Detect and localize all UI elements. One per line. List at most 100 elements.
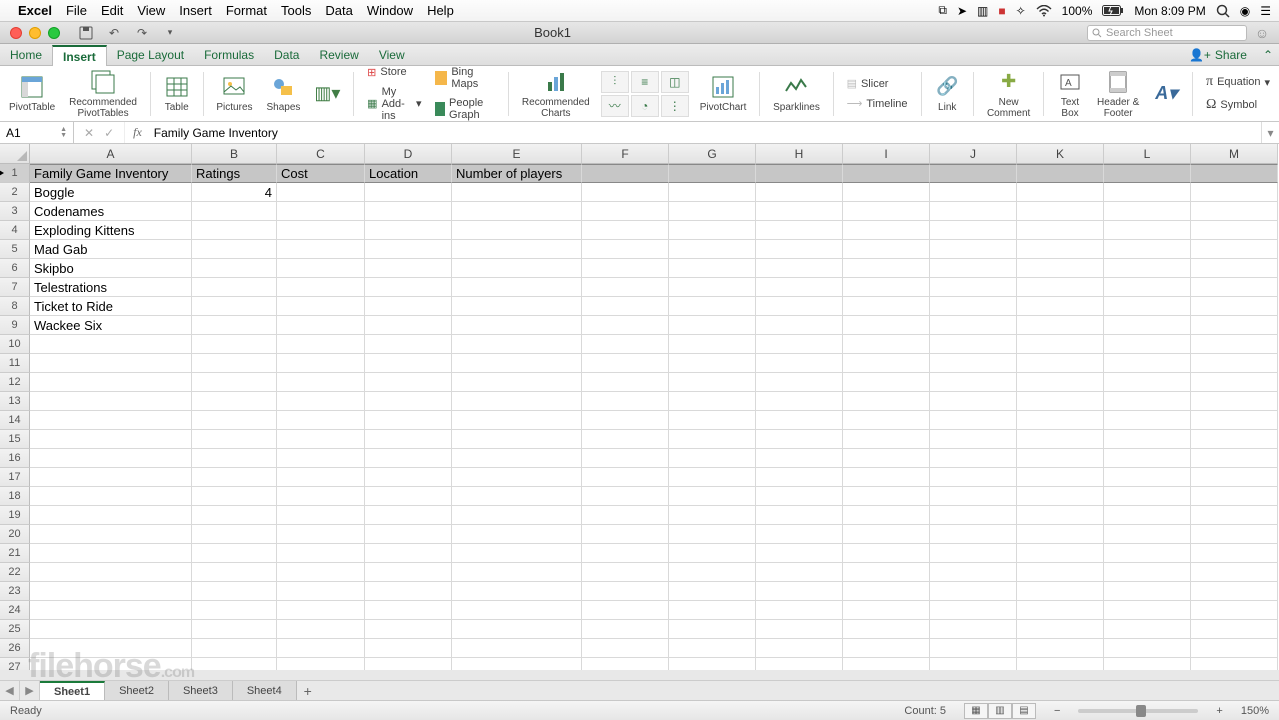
column-header[interactable]: G [669, 144, 756, 164]
row-header[interactable]: 16 [0, 449, 30, 468]
cell[interactable] [1017, 468, 1104, 487]
cell[interactable] [756, 183, 843, 202]
cell[interactable] [669, 525, 756, 544]
row-header[interactable]: 9 [0, 316, 30, 335]
cell[interactable] [582, 620, 669, 639]
cell[interactable] [1104, 297, 1191, 316]
cell[interactable] [669, 259, 756, 278]
cell[interactable] [930, 183, 1017, 202]
row-header[interactable]: 15 [0, 430, 30, 449]
pictures-button[interactable]: Pictures [213, 74, 255, 113]
cell[interactable] [930, 620, 1017, 639]
cell[interactable] [756, 354, 843, 373]
cell[interactable] [1017, 487, 1104, 506]
cell[interactable] [452, 240, 582, 259]
row-header[interactable]: 20 [0, 525, 30, 544]
cell[interactable] [1017, 525, 1104, 544]
cell[interactable] [452, 582, 582, 601]
cell[interactable] [756, 601, 843, 620]
column-header[interactable]: H [756, 144, 843, 164]
cell[interactable] [192, 259, 277, 278]
expand-formula-bar-icon[interactable]: ▾ [1261, 122, 1279, 143]
cell[interactable] [930, 240, 1017, 259]
cell[interactable] [1191, 468, 1278, 487]
cell[interactable] [756, 658, 843, 670]
cell[interactable] [277, 468, 365, 487]
cell[interactable] [192, 563, 277, 582]
cell[interactable] [192, 620, 277, 639]
column-header[interactable]: J [930, 144, 1017, 164]
cell[interactable] [582, 259, 669, 278]
cell[interactable] [582, 487, 669, 506]
cell[interactable] [1104, 544, 1191, 563]
cell[interactable] [452, 278, 582, 297]
cell[interactable] [192, 392, 277, 411]
cell[interactable] [452, 506, 582, 525]
cell[interactable] [1104, 240, 1191, 259]
menulet-red-icon[interactable]: ■ [998, 4, 1005, 18]
pivottable-button[interactable]: PivotTable [6, 74, 58, 113]
cell[interactable] [669, 202, 756, 221]
recommended-pivottables-button[interactable]: Recommended PivotTables [66, 69, 140, 119]
row-header[interactable]: 27 [0, 658, 30, 670]
row-header[interactable]: 2 [0, 183, 30, 202]
cell[interactable] [930, 430, 1017, 449]
cell[interactable] [365, 639, 452, 658]
tab-insert[interactable]: Insert [52, 45, 107, 66]
menu-data[interactable]: Data [325, 3, 352, 18]
cell[interactable] [1191, 582, 1278, 601]
cell[interactable] [1104, 563, 1191, 582]
cell[interactable] [669, 164, 756, 183]
cell[interactable] [1104, 411, 1191, 430]
scatter-chart-icon[interactable]: ⋮ [661, 95, 689, 117]
cell[interactable] [582, 335, 669, 354]
tab-view[interactable]: View [369, 44, 415, 65]
cell[interactable] [582, 354, 669, 373]
cell[interactable] [1191, 658, 1278, 670]
slicer-button[interactable]: ▤Slicer [844, 75, 911, 92]
cell[interactable] [756, 221, 843, 240]
pie-chart-icon[interactable]: ◔ [631, 95, 659, 117]
cell[interactable] [669, 658, 756, 670]
cell[interactable] [1191, 373, 1278, 392]
cell[interactable] [1017, 449, 1104, 468]
cell[interactable] [843, 449, 930, 468]
cell[interactable] [277, 449, 365, 468]
cell[interactable] [277, 221, 365, 240]
cell[interactable] [843, 183, 930, 202]
cell[interactable] [843, 487, 930, 506]
cell[interactable] [756, 525, 843, 544]
cell[interactable] [30, 468, 192, 487]
cell[interactable] [452, 430, 582, 449]
new-comment-button[interactable]: ✚New Comment [984, 69, 1033, 119]
cell[interactable] [1191, 183, 1278, 202]
cell[interactable] [843, 601, 930, 620]
cell[interactable] [669, 639, 756, 658]
spotlight-icon[interactable] [1216, 4, 1230, 18]
cell[interactable] [277, 544, 365, 563]
cell[interactable] [1104, 658, 1191, 670]
cell[interactable] [365, 430, 452, 449]
column-chart-icon[interactable]: ⫶ [601, 71, 629, 93]
cell[interactable] [756, 240, 843, 259]
sheet-tab[interactable]: Sheet2 [105, 681, 169, 701]
cell[interactable] [30, 506, 192, 525]
cell[interactable] [1104, 278, 1191, 297]
notification-center-icon[interactable]: ☰ [1260, 4, 1271, 18]
cell[interactable] [1191, 259, 1278, 278]
cell[interactable] [452, 373, 582, 392]
shapes-button[interactable]: Shapes [264, 74, 304, 113]
cell[interactable] [930, 259, 1017, 278]
cell[interactable] [582, 506, 669, 525]
cell[interactable] [1017, 639, 1104, 658]
cell[interactable] [843, 544, 930, 563]
cell[interactable] [669, 544, 756, 563]
cell[interactable] [452, 221, 582, 240]
cell[interactable] [1191, 563, 1278, 582]
cell[interactable] [277, 506, 365, 525]
column-header[interactable]: D [365, 144, 452, 164]
clock[interactable]: Mon 8:09 PM [1134, 4, 1205, 18]
cell[interactable] [1017, 354, 1104, 373]
cell[interactable] [756, 335, 843, 354]
cell[interactable] [1104, 487, 1191, 506]
